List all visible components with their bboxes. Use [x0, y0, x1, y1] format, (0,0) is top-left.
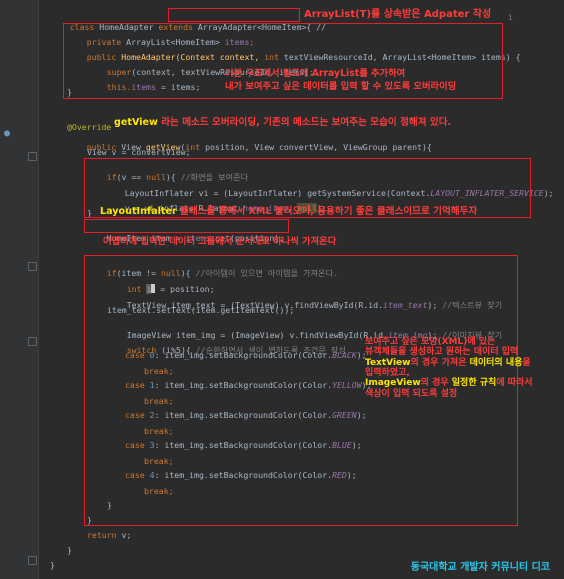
fold-toggle-icon[interactable] [28, 337, 37, 346]
editor-gutter: ● [0, 0, 39, 579]
code-line-return: return v; [87, 530, 132, 540]
annotation-binding: 보여주고 싶은 모양(XML)에 있는 뷰객체들을 생성하고 원하는 데이터 입… [365, 337, 533, 399]
code-line-view-v: View v = convertView; [87, 147, 191, 157]
fold-toggle-icon[interactable] [28, 262, 37, 271]
annotation-getview: getView 라는 메소드 오버라이딩, 기존의 메소드는 보여주는 모습이 … [114, 117, 452, 128]
fold-toggle-icon[interactable] [28, 556, 37, 565]
watermark-text: 동국대학교 개발자 커뮤니티 디코 [410, 562, 550, 573]
code-line-brace: } [67, 545, 72, 555]
code-line-tail: i [508, 12, 513, 22]
annotation-inflater: LayoutInfalter 클래스를 통해서 XML 불러오기, 응용하기 좋… [100, 206, 478, 217]
code-line-brace: } [50, 560, 55, 570]
highlight-box-get-item [84, 219, 289, 233]
annotation-field-1: 기본 구조에서 필드에 ArrayList를 추가하여 [225, 68, 406, 79]
fold-toggle-icon[interactable] [28, 152, 37, 161]
annotation-field-2: 내가 보여주고 싶은 데이터를 입력 할 수 있도록 오버라이딩 [225, 81, 457, 92]
code-line-annotation: @Override [67, 122, 112, 132]
highlight-box-extends [168, 8, 300, 22]
annotation-get-item: 어댑터에 입력한 데이터 그룹에서 순서대로 하나씩 가져온다 [103, 236, 337, 247]
override-marker-icon[interactable]: ● [4, 128, 10, 139]
annotation-arraylist: ArrayList(T)를 상속받은 Adpater 작성 [304, 9, 492, 20]
